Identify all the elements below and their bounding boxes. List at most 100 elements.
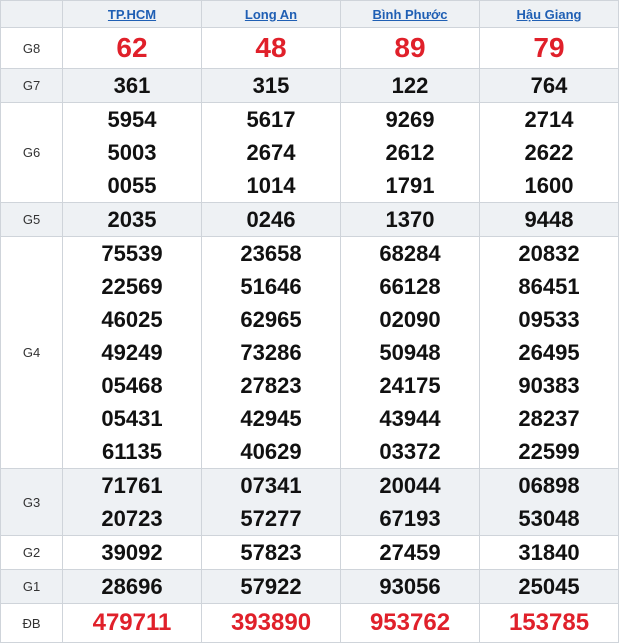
prize-cell: 20044 67193 — [340, 468, 480, 536]
prize-label: ĐB — [0, 603, 63, 643]
prize-number: 09533 — [518, 307, 580, 332]
prize-number: 153785 — [508, 609, 590, 636]
prize-cell: 27459 — [340, 535, 480, 570]
prize-row-g1: G1 28696 57922 93056 25045 — [0, 569, 619, 604]
prize-cell: 2714 2622 1600 — [479, 102, 619, 203]
prize-number: 62 — [116, 32, 148, 63]
prize-number: 122 — [391, 73, 429, 98]
prize-cell: 93056 — [340, 569, 480, 604]
prize-row-g4: G4 75539 22569 46025 49249 05468 05431 61135 236… — [0, 236, 619, 469]
prize-row-g5: G5 2035 0246 1370 9448 — [0, 202, 619, 237]
prize-row-đb: ĐB 479711 393890 953762 153785 — [0, 603, 619, 643]
prize-number: 20832 — [518, 241, 580, 266]
prize-number: 62965 — [240, 307, 302, 332]
prize-cell: 5617 2674 1014 — [201, 102, 341, 203]
province-link-hau-giang[interactable]: Hậu Giang — [516, 7, 581, 22]
prize-number: 5003 — [107, 140, 157, 165]
prize-row-g7: G7 361 315 122 764 — [0, 68, 619, 103]
prize-number: 06898 — [518, 473, 580, 498]
prize-number: 39092 — [101, 540, 163, 565]
prize-number: 68284 — [379, 241, 441, 266]
prize-number: 05468 — [101, 373, 163, 398]
prize-number: 2714 — [524, 107, 574, 132]
prize-label: G4 — [0, 236, 63, 469]
prize-cell: 79 — [479, 27, 619, 69]
prize-cell: 57823 — [201, 535, 341, 570]
prize-cell: 479711 — [62, 603, 202, 643]
prize-label: G5 — [0, 202, 63, 237]
prize-row-g8: G8 62 48 89 79 — [0, 27, 619, 69]
prize-cell: 5954 5003 0055 — [62, 102, 202, 203]
prize-number: 43944 — [379, 406, 441, 431]
prize-cell: 315 — [201, 68, 341, 103]
prize-number: 2622 — [524, 140, 574, 165]
prize-number: 1014 — [246, 173, 296, 198]
prize-number: 1791 — [385, 173, 435, 198]
prize-number: 764 — [530, 73, 568, 98]
prize-cell: 393890 — [201, 603, 341, 643]
prize-number: 27823 — [240, 373, 302, 398]
prize-number: 24175 — [379, 373, 441, 398]
prize-number: 953762 — [369, 609, 451, 636]
prize-label: G6 — [0, 102, 63, 203]
prize-number: 90383 — [518, 373, 580, 398]
prize-row-g6: G6 5954 5003 0055 5617 2674 1014 9269 2612 1791 27… — [0, 102, 619, 203]
province-header-tphcm: TP.HCM — [62, 0, 202, 28]
prize-cell: 20832 86451 09533 26495 90383 28237 22599 — [479, 236, 619, 469]
province-header-binh-phuoc: Bình Phước — [340, 0, 480, 28]
prize-number: 22569 — [101, 274, 163, 299]
prize-number: 31840 — [518, 540, 580, 565]
prize-number: 03372 — [379, 439, 441, 464]
prize-cell: 28696 — [62, 569, 202, 604]
prize-number: 53048 — [518, 506, 580, 531]
prize-number: 28237 — [518, 406, 580, 431]
prize-cell: 31840 — [479, 535, 619, 570]
prize-rows: G8 62 48 89 79 G7 361 315 122 764 G6 5954 5003 0055 56… — [0, 27, 619, 643]
prize-label: G7 — [0, 68, 63, 103]
prize-row-g2: G2 39092 57823 27459 31840 — [0, 535, 619, 570]
province-link-tphcm[interactable]: TP.HCM — [108, 7, 156, 22]
prize-number: 51646 — [240, 274, 302, 299]
prize-number: 26495 — [518, 340, 580, 365]
prize-cell: 153785 — [479, 603, 619, 643]
prize-cell: 361 — [62, 68, 202, 103]
prize-number: 49249 — [101, 340, 163, 365]
prize-number: 2674 — [246, 140, 296, 165]
prize-cell: 75539 22569 46025 49249 05468 05431 61135 — [62, 236, 202, 469]
prize-cell: 9448 — [479, 202, 619, 237]
prize-cell: 48 — [201, 27, 341, 69]
province-header-row: TP.HCM Long An Bình Phước Hậu Giang — [0, 0, 619, 28]
province-link-binh-phuoc[interactable]: Bình Phước — [373, 7, 448, 22]
prize-number: 5954 — [107, 107, 157, 132]
province-header-hau-giang: Hậu Giang — [479, 0, 619, 28]
prize-number: 27459 — [379, 540, 441, 565]
prize-number: 393890 — [230, 609, 312, 636]
prize-number: 48 — [255, 32, 287, 63]
prize-cell: 0246 — [201, 202, 341, 237]
prize-number: 2035 — [107, 207, 157, 232]
prize-cell: 1370 — [340, 202, 480, 237]
prize-number: 57823 — [240, 540, 302, 565]
prize-number: 75539 — [101, 241, 163, 266]
prize-number: 20723 — [101, 506, 163, 531]
prize-cell: 89 — [340, 27, 480, 69]
prize-cell: 62 — [62, 27, 202, 69]
prize-label: G1 — [0, 569, 63, 604]
prize-number: 61135 — [102, 439, 162, 464]
prize-cell: 71761 20723 — [62, 468, 202, 536]
prize-label: G2 — [0, 535, 63, 570]
prize-number: 50948 — [379, 340, 441, 365]
prize-number: 0055 — [107, 173, 157, 198]
province-link-long-an[interactable]: Long An — [245, 7, 297, 22]
prize-cell: 06898 53048 — [479, 468, 619, 536]
prize-number: 02090 — [379, 307, 441, 332]
prize-cell: 07341 57277 — [201, 468, 341, 536]
prize-label: G3 — [0, 468, 63, 536]
prize-cell: 39092 — [62, 535, 202, 570]
prize-number: 20044 — [379, 473, 441, 498]
prize-number: 71761 — [101, 473, 163, 498]
header-corner-cell — [0, 0, 63, 28]
prize-number: 479711 — [92, 609, 172, 636]
prize-number: 86451 — [518, 274, 580, 299]
prize-number: 2612 — [385, 140, 435, 165]
